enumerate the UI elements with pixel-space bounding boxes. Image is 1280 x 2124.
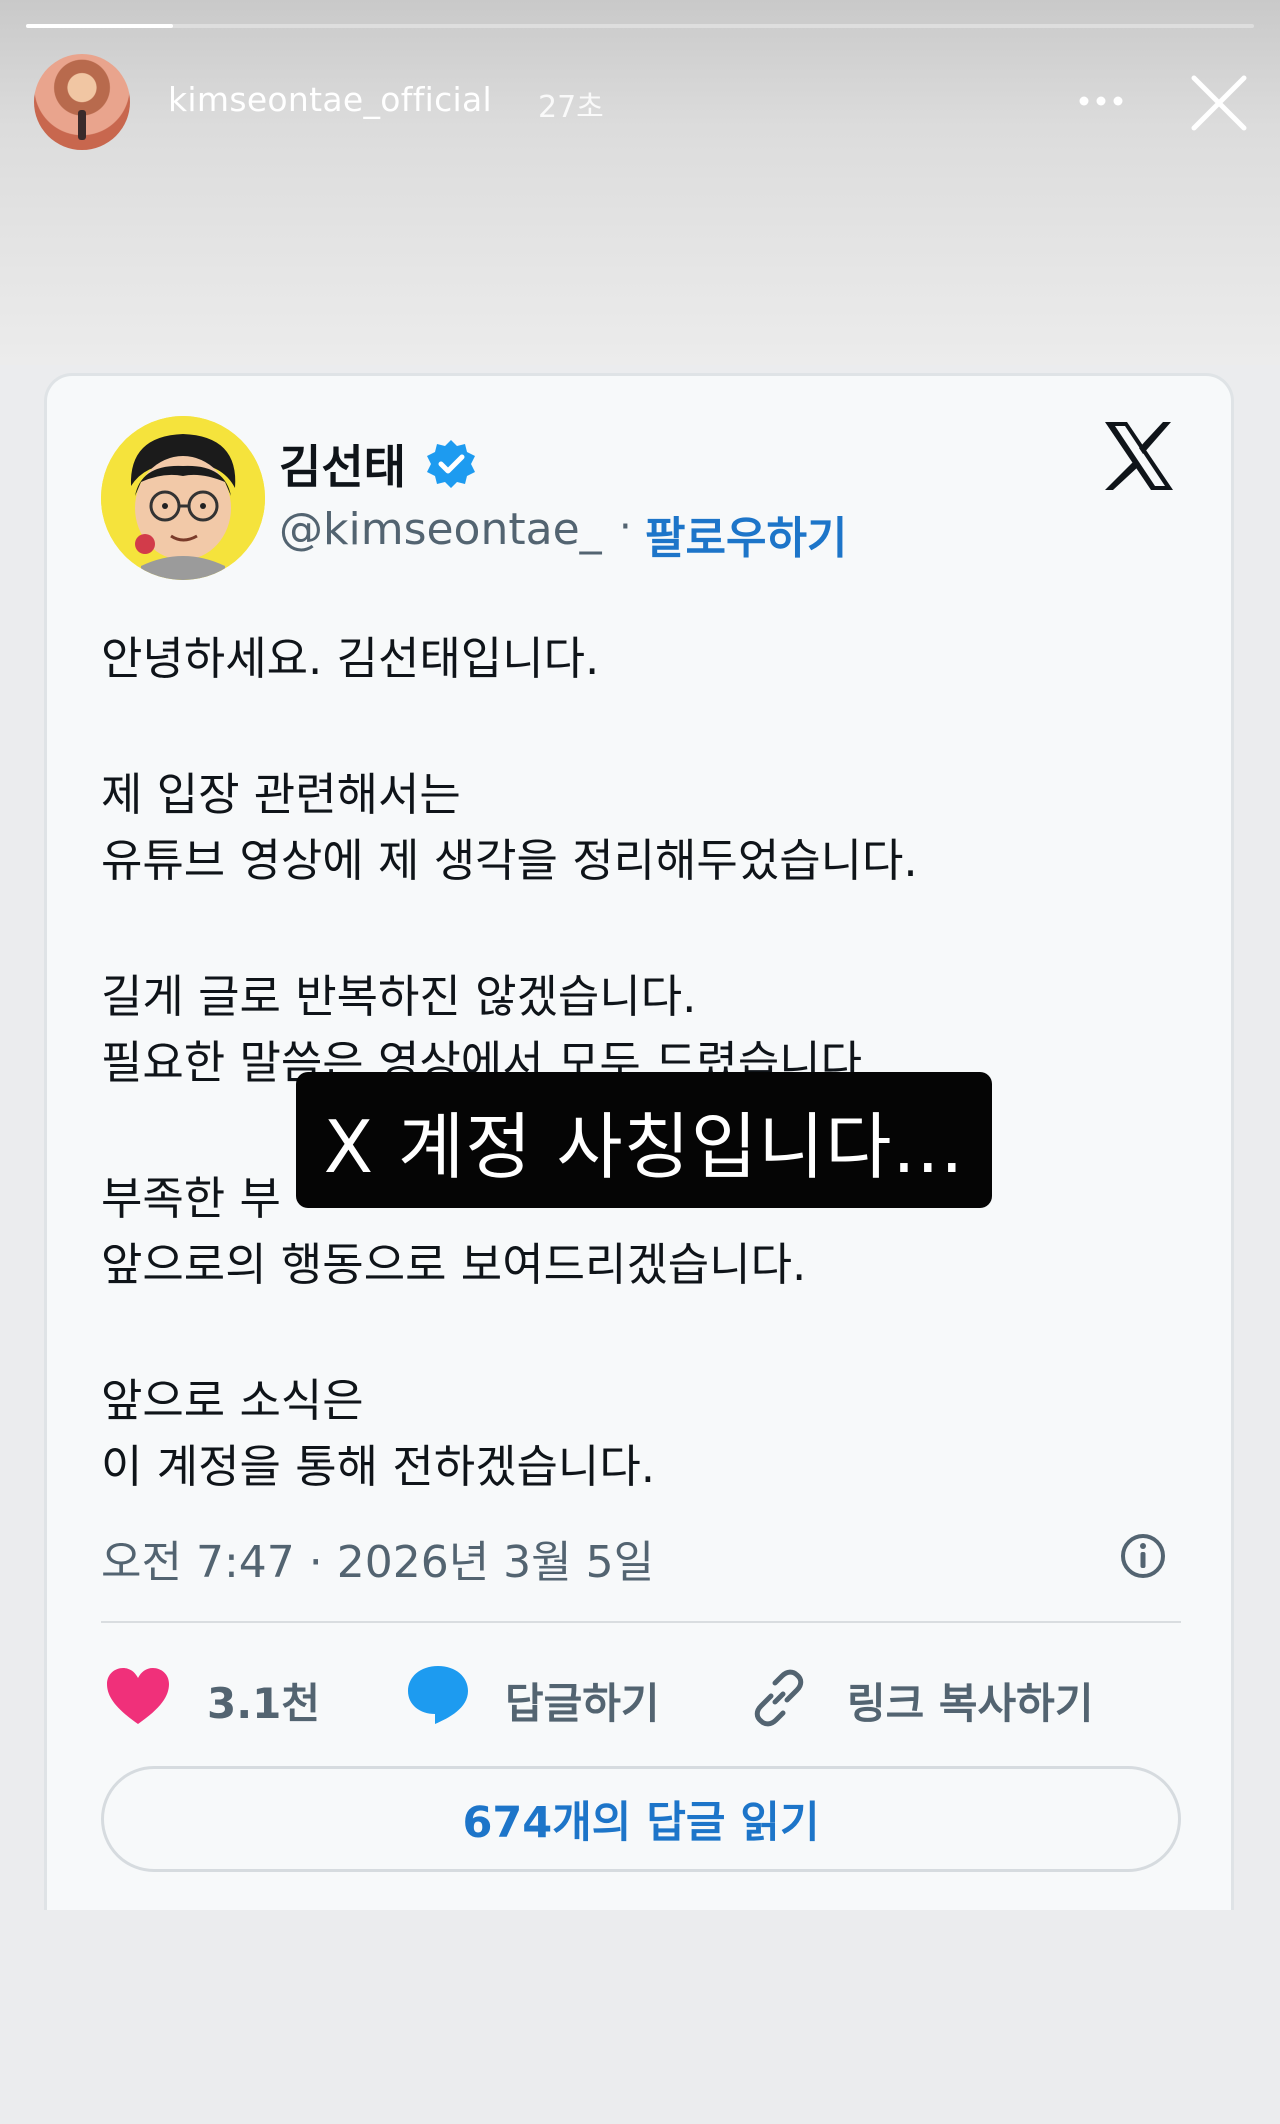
link-icon[interactable] — [747, 1666, 811, 1730]
heart-icon[interactable] — [105, 1666, 171, 1726]
handle-separator: · — [619, 504, 632, 550]
story-username[interactable]: kimseontae_official — [168, 80, 492, 119]
tweet-text-line: 길게 글로 반복하진 않겠습니다. — [101, 970, 697, 1023]
tweet-text-line: 제 입장 관련해서는 — [101, 768, 461, 821]
story-progress-fill — [26, 24, 174, 28]
tweet-text-line: 앞으로 소식은 — [101, 1374, 364, 1427]
tweet-text-line: 안녕하세요. 김선태입니다. — [101, 632, 600, 685]
follow-link[interactable]: 팔로우하기 — [645, 502, 847, 566]
tweet-text-line: 이 계정을 통해 전하겠습니다. — [101, 1440, 656, 1493]
story-footer-area — [0, 1910, 1280, 2124]
comment-icon[interactable] — [405, 1662, 471, 1726]
divider — [101, 1621, 1181, 1623]
reply-button[interactable]: 답글하기 — [505, 1670, 660, 1731]
tweet-timestamp[interactable]: 오전 7:47 · 2026년 3월 5일 — [101, 1526, 654, 1590]
story-avatar[interactable] — [34, 54, 130, 150]
x-logo-icon[interactable] — [1101, 420, 1177, 492]
tweet-text-line: 유튜브 영상에 제 생각을 정리해두었습니다. — [101, 834, 918, 887]
tweet-text-line: 앞으로의 행동으로 보여드리겠습니다. — [101, 1238, 807, 1291]
tweet-handle[interactable]: @kimseontae_ — [279, 504, 602, 555]
story-progress-bar — [26, 24, 1254, 28]
copy-link-button[interactable]: 링크 복사하기 — [847, 1670, 1093, 1731]
read-replies-button[interactable]: 674개의 답글 읽기 — [101, 1766, 1181, 1872]
story-caption: X 계정 사칭입니다... — [296, 1072, 992, 1208]
close-icon[interactable] — [1188, 72, 1250, 134]
more-horizontal-icon[interactable] — [1076, 86, 1126, 116]
verified-badge-icon — [427, 440, 475, 488]
story-time: 27초 — [538, 90, 604, 125]
tweet-display-name[interactable]: 김선태 — [279, 431, 406, 497]
tweet-profile-picture[interactable] — [101, 416, 265, 580]
story-header-area: kimseontae_official 27초 — [0, 0, 1280, 365]
tweet-text-line: 부족한 부 — [101, 1172, 281, 1225]
info-icon[interactable] — [1119, 1532, 1167, 1580]
like-count[interactable]: 3.1천 — [207, 1670, 320, 1731]
